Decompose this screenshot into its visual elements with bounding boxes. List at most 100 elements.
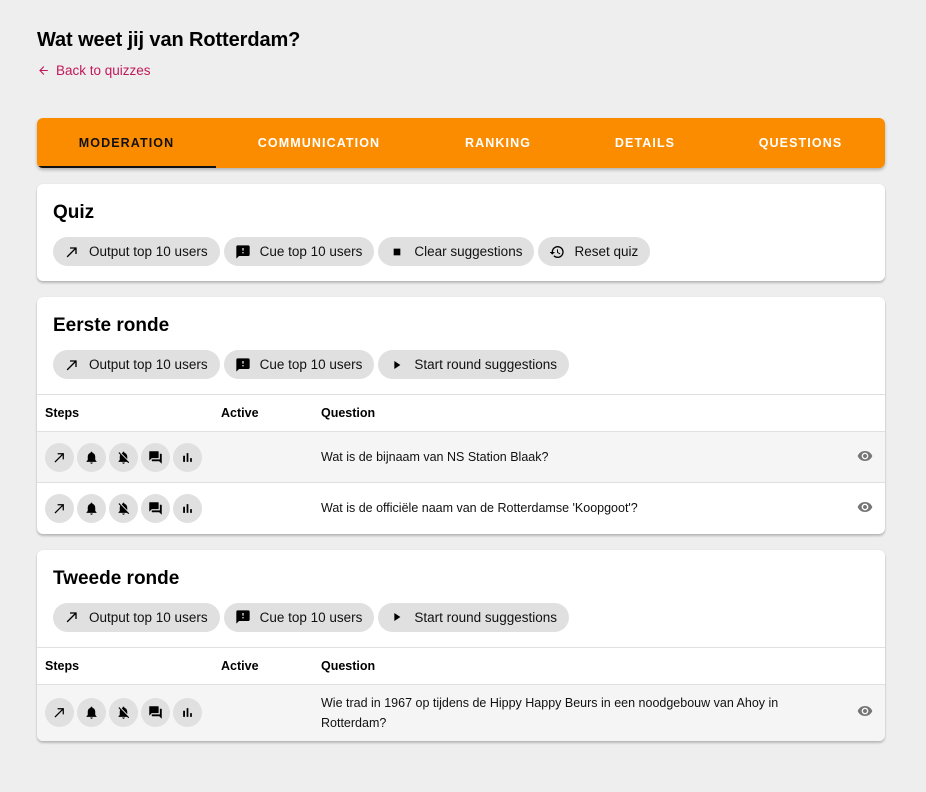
step-output-button[interactable]	[45, 493, 74, 523]
bell-off-icon	[116, 705, 131, 720]
step-results-button[interactable]	[173, 442, 202, 472]
play-icon	[389, 357, 405, 373]
chip-label: Cue top 10 users	[259, 357, 363, 372]
round-card: Eerste ronde Output top 10 users Cue top…	[37, 297, 885, 534]
forum-icon	[148, 501, 163, 516]
table-row: Wat is de officiële naam van de Rotterda…	[37, 483, 885, 534]
chip-label: Start round suggestions	[414, 609, 557, 625]
quiz-card: Quiz Output top 10 users Cue top 10 user…	[37, 184, 885, 281]
back-link-label: Back to quizzes	[56, 63, 151, 78]
output-top-10-button[interactable]: Output top 10 users	[53, 350, 220, 379]
forum-icon	[148, 705, 163, 720]
history-icon	[549, 244, 565, 260]
cue-top-10-button[interactable]: Cue top 10 users	[223, 602, 375, 632]
bell-icon	[84, 501, 99, 516]
quiz-actions: Output top 10 users Cue top 10 users Cle…	[53, 237, 869, 266]
bell-icon	[84, 705, 99, 720]
step-output-button[interactable]	[45, 442, 74, 472]
round-title: Eerste ronde	[53, 315, 170, 336]
tab-moderation[interactable]: MODERATION	[37, 118, 216, 168]
moderation-page: Wat weet jij van Rotterdam? Back to quiz…	[0, 0, 926, 741]
step-notify-off-button[interactable]	[109, 493, 138, 523]
arrow-up-right-icon	[52, 705, 67, 720]
step-buttons	[45, 493, 221, 523]
step-notify-button[interactable]	[77, 698, 106, 728]
arrow-up-right-icon	[64, 609, 80, 625]
step-answers-button[interactable]	[141, 493, 170, 523]
cue-top-10-button[interactable]: Cue top 10 users	[223, 237, 375, 266]
stop-icon	[389, 244, 405, 260]
question-cell: Wat is de bijnaam van NS Station Blaak?	[321, 431, 845, 483]
reset-quiz-button[interactable]: Reset quiz	[538, 237, 651, 266]
bar-chart-icon	[180, 501, 195, 516]
question-cell: Wie trad in 1967 op tijdens de Hippy Hap…	[321, 695, 779, 730]
feedback-icon	[235, 609, 251, 625]
feedback-icon	[235, 357, 251, 373]
bell-off-icon	[116, 501, 131, 516]
arrow-up-right-icon	[52, 450, 67, 465]
chip-label: Output top 10 users	[89, 609, 208, 625]
step-output-button[interactable]	[45, 698, 74, 728]
feedback-icon	[235, 244, 251, 260]
step-results-button[interactable]	[173, 493, 202, 523]
column-header-active: Active	[221, 394, 321, 432]
tab-bar: MODERATION COMMUNICATION RANKING DETAILS…	[37, 118, 885, 168]
tab-details[interactable]: DETAILS	[574, 118, 716, 168]
start-round-suggestions-button[interactable]: Start round suggestions	[378, 350, 569, 379]
bell-off-icon	[116, 450, 131, 465]
chip-label: Clear suggestions	[414, 244, 523, 259]
question-cell: Wat is de officiële naam van de Rotterda…	[321, 501, 638, 516]
output-top-10-button[interactable]: Output top 10 users	[53, 237, 220, 266]
play-icon	[389, 609, 405, 625]
table-row: Wie trad in 1967 op tijdens de Hippy Hap…	[37, 684, 885, 741]
chip-label: Output top 10 users	[89, 244, 208, 259]
round-card: Tweede ronde Output top 10 users Cue top…	[37, 549, 885, 741]
active-cell	[221, 684, 321, 741]
active-cell	[221, 431, 321, 483]
eye-icon[interactable]	[857, 703, 873, 719]
questions-table: Steps Active Question Wat is de bijnaam …	[37, 394, 885, 534]
questions-table: Steps Active Question Wie trad in 1967 o…	[37, 646, 885, 741]
step-notify-button[interactable]	[77, 442, 106, 472]
step-answers-button[interactable]	[141, 442, 170, 472]
tab-communication[interactable]: COMMUNICATION	[216, 118, 422, 168]
bell-icon	[84, 450, 99, 465]
back-to-quizzes-link[interactable]: Back to quizzes	[37, 63, 151, 78]
step-buttons	[45, 698, 221, 728]
clear-suggestions-button[interactable]: Clear suggestions	[378, 237, 535, 266]
tab-questions[interactable]: QUESTIONS	[716, 118, 885, 168]
page-title: Wat weet jij van Rotterdam?	[37, 29, 301, 51]
quiz-card-title: Quiz	[53, 202, 95, 223]
step-notify-button[interactable]	[77, 493, 106, 523]
step-answers-button[interactable]	[141, 698, 170, 728]
column-header-question: Question	[321, 646, 845, 685]
forum-icon	[148, 450, 163, 465]
round-actions: Output top 10 users Cue top 10 users Sta…	[53, 602, 869, 632]
tab-ranking[interactable]: RANKING	[422, 118, 574, 168]
start-round-suggestions-button[interactable]: Start round suggestions	[378, 602, 569, 632]
arrow-up-right-icon	[52, 501, 67, 516]
round-title: Tweede ronde	[53, 567, 180, 589]
bar-chart-icon	[180, 705, 195, 720]
table-row: Wat is de bijnaam van NS Station Blaak?	[37, 431, 885, 483]
eye-icon[interactable]	[857, 448, 873, 464]
round-actions: Output top 10 users Cue top 10 users Sta…	[53, 350, 869, 379]
bar-chart-icon	[180, 450, 195, 465]
chip-label: Output top 10 users	[89, 357, 208, 372]
step-notify-off-button[interactable]	[109, 442, 138, 472]
step-results-button[interactable]	[173, 698, 202, 728]
eye-icon[interactable]	[857, 499, 873, 515]
arrow-up-right-icon	[64, 357, 80, 373]
column-header-steps: Steps	[37, 646, 221, 685]
chip-label: Reset quiz	[574, 244, 639, 259]
chip-label: Cue top 10 users	[259, 609, 363, 625]
column-header-question: Question	[321, 394, 845, 432]
output-top-10-button[interactable]: Output top 10 users	[53, 602, 220, 632]
cue-top-10-button[interactable]: Cue top 10 users	[223, 350, 375, 379]
column-header-active: Active	[221, 646, 321, 685]
step-buttons	[45, 442, 221, 472]
active-cell	[221, 483, 321, 534]
chip-label: Cue top 10 users	[259, 244, 363, 259]
step-notify-off-button[interactable]	[109, 698, 138, 728]
arrow-left-icon	[37, 64, 50, 77]
